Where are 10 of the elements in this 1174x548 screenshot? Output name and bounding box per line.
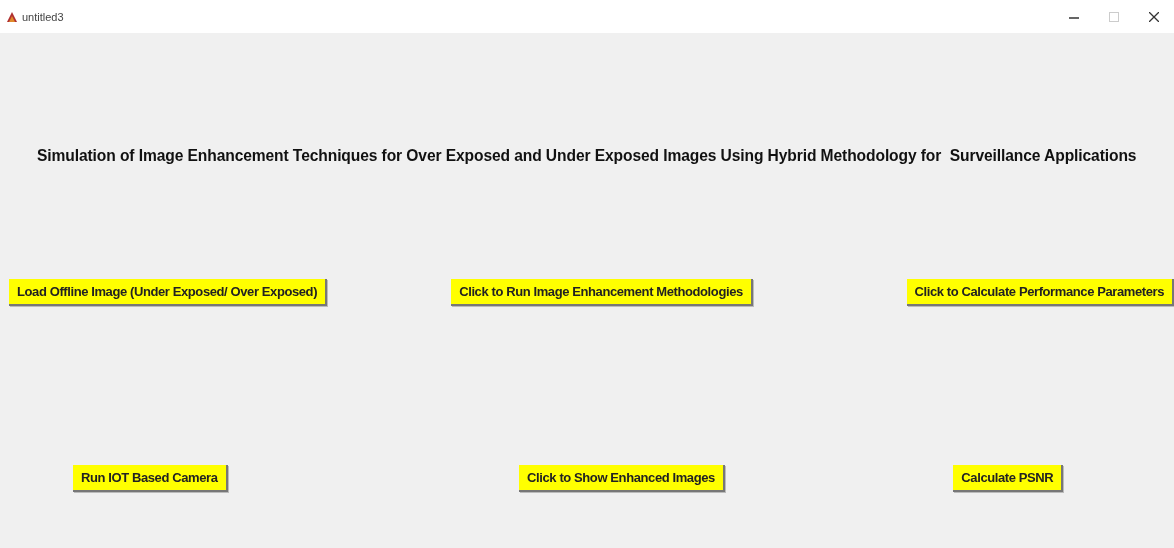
action-button[interactable]: Calculate PSNR	[953, 465, 1064, 492]
app-icon	[6, 10, 18, 23]
window-title: untitled3	[22, 10, 65, 23]
app-heading: Simulation of Image Enhancement Techniques for Over Exposed and Under Exposed Images Using Hybrid Methodology for Surveillance Applications	[37, 147, 1138, 165]
action-button[interactable]: Click to Calculate Performance Parameters	[906, 279, 1174, 306]
action-button[interactable]: Load Offline Image (Under Exposed/ Over Exposed)	[9, 279, 328, 306]
close-icon[interactable]	[1149, 11, 1159, 22]
action-button[interactable]: Run IOT Based Camera	[73, 465, 228, 492]
action-button[interactable]: Click to Run Image Enhancement Methodologies	[451, 279, 753, 306]
action-button[interactable]: Click to Show Enhanced Images	[519, 465, 725, 492]
